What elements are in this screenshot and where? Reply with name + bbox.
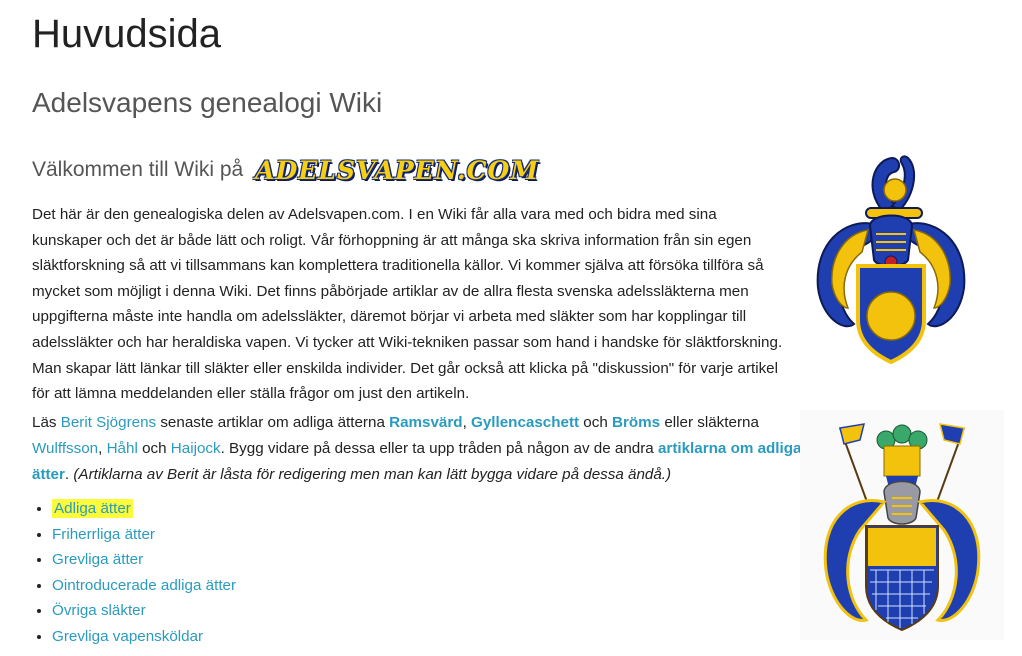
page-subtitle: Adelsvapens genealogi Wiki	[32, 87, 383, 118]
article-link-hahl[interactable]: Håhl	[107, 440, 138, 457]
text: senaste artiklar om adliga ätterna	[156, 414, 390, 431]
list-item: Övriga släkter	[52, 598, 236, 624]
text: ,	[462, 414, 472, 431]
recent-articles-paragraph: Läs Berit Sjögrens senaste artiklar om a…	[32, 410, 802, 488]
locked-note: (Artiklarna av Berit är låsta för redige…	[73, 466, 672, 483]
text: eller släkterna	[660, 414, 759, 431]
link-grevliga-vapenskoldar[interactable]: Grevliga vapensköldar	[52, 628, 203, 645]
link-grevliga-atter[interactable]: Grevliga ätter	[52, 551, 143, 568]
article-link-ramsvard[interactable]: Ramsvärd	[389, 414, 462, 431]
text: . Bygg vidare på dessa eller ta upp tråd…	[220, 440, 658, 457]
link-ointroducerade-adliga-atter[interactable]: Ointroducerade adliga ätter	[52, 577, 236, 594]
list-item: Grevliga ätter	[52, 547, 236, 573]
list-item: Ointroducerade adliga ätter	[52, 573, 236, 599]
text: Läs	[32, 414, 61, 431]
author-link[interactable]: Berit Sjögrens	[61, 414, 156, 431]
welcome-heading: Välkommen till Wiki på ADELSVAPEN.COM	[32, 150, 539, 190]
link-ovriga-slakter[interactable]: Övriga släkter	[52, 602, 146, 619]
list-item: Friherrliga ätter	[52, 522, 236, 548]
page-title: Huvudsida	[32, 12, 222, 56]
coat-of-arms-image-1	[816, 155, 966, 365]
list-item: Grevliga vapensköldar	[52, 624, 236, 650]
article-link-haijock[interactable]: Haijock	[171, 440, 221, 457]
category-links-list: Adliga ätter Friherrliga ätter Grevliga …	[32, 496, 236, 650]
coat-of-arms-image-2	[800, 410, 1004, 640]
intro-paragraph: Det här är den genealogiska delen av Ade…	[32, 206, 783, 403]
article-link-gyllencaschett[interactable]: Gyllencaschett	[471, 414, 579, 431]
link-adliga-atter[interactable]: Adliga ätter	[52, 499, 133, 518]
article-link-broms[interactable]: Bröms	[612, 414, 660, 431]
link-friherrliga-atter[interactable]: Friherrliga ätter	[52, 526, 155, 543]
text: och	[579, 414, 613, 431]
welcome-text: Välkommen till Wiki på	[32, 158, 244, 181]
article-link-wulffsson[interactable]: Wulffsson	[32, 440, 98, 457]
list-item: Adliga ätter	[52, 496, 236, 522]
text: ,	[98, 440, 107, 457]
text: och	[137, 440, 171, 457]
adelsvapen-logo: ADELSVAPEN.COM	[255, 155, 540, 185]
